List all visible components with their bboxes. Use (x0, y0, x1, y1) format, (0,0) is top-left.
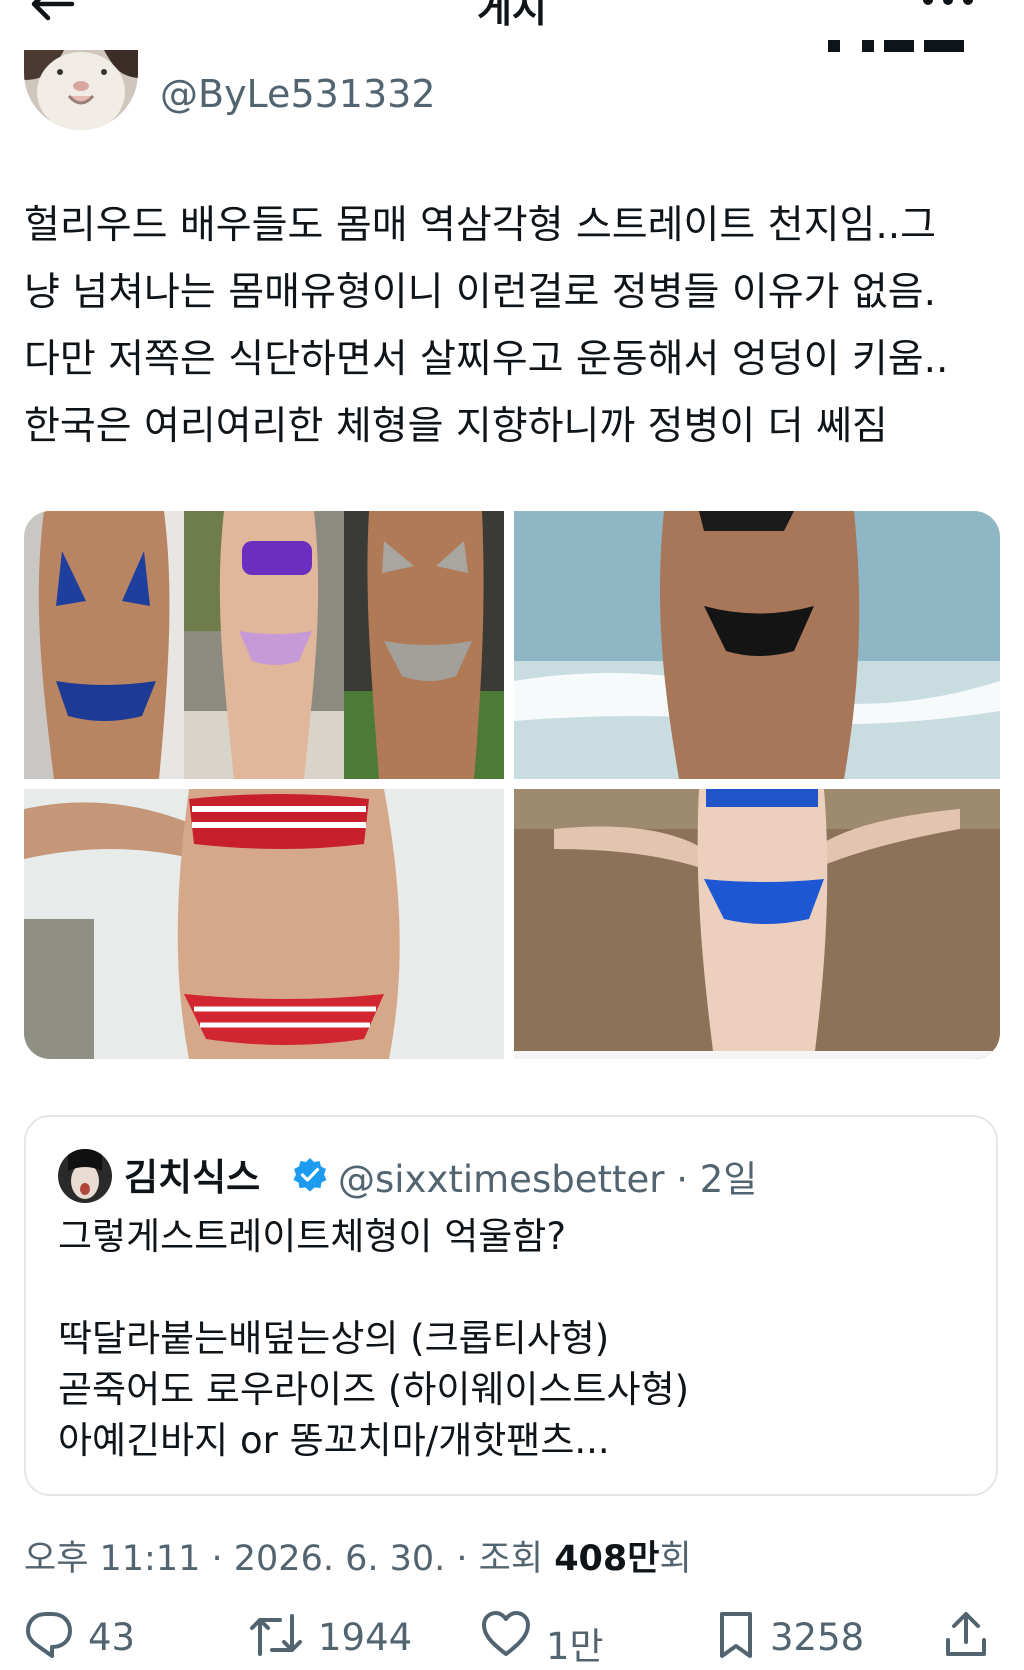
page-title: 게시 (477, 0, 547, 31)
quote-author-name[interactable]: 김치식스 (124, 1147, 260, 1201)
photo-4[interactable] (514, 511, 1000, 779)
author-handle[interactable]: @ByLe531332 (160, 72, 436, 116)
reply-button[interactable]: 43 (24, 1610, 135, 1670)
view-count: 408만 (554, 1539, 660, 1579)
tweet-text: 헐리우드 배우들도 몸매 역삼각형 스트레이트 천지임..그 냥 넘쳐나는 몸매… (24, 203, 949, 449)
cat-avatar-image (24, 50, 138, 130)
photo-1[interactable] (24, 511, 184, 779)
like-count: 1만 (546, 1625, 604, 1668)
quote-text: 그렇게스트레이트체형이 억울함? 딱달라붙는배덮는상의 (크롭티사형) 곧죽어도… (58, 1215, 690, 1462)
like-button[interactable]: 1만 (480, 1610, 604, 1670)
quote-handle-time: @sixxtimesbetter · 2일 (338, 1158, 758, 1201)
tweet-meta: 오후 11:11 · 2026. 6. 30. · 조회 408만회 (24, 1530, 692, 1581)
action-bar: 43 1944 1만 3258 (0, 1610, 1024, 1670)
photo-3[interactable] (344, 511, 504, 779)
subscribe-button-cutoff (778, 40, 978, 70)
verified-badge-icon (292, 1157, 328, 1193)
bookmark-button[interactable]: 3258 (716, 1610, 864, 1670)
photo-2[interactable] (184, 511, 344, 779)
more-button[interactable] (918, 0, 978, 12)
more-icon (923, 0, 973, 5)
avatar[interactable] (24, 50, 138, 130)
quote-avatar[interactable] (58, 1149, 112, 1203)
photo-5[interactable] (24, 789, 504, 1059)
view-suffix: 회 (659, 1539, 692, 1579)
share-button[interactable] (944, 1610, 988, 1670)
photo-6[interactable] (514, 789, 1000, 1059)
retweet-button[interactable]: 1944 (248, 1610, 412, 1670)
time-date: 오후 11:11 · 2026. 6. 30. · 조회 (24, 1539, 555, 1579)
media-grid[interactable] (24, 511, 1000, 1059)
quote-tweet[interactable]: 김치식스 @sixxtimesbetter · 2일 그렇게스트레이트체형이 억… (24, 1115, 998, 1496)
